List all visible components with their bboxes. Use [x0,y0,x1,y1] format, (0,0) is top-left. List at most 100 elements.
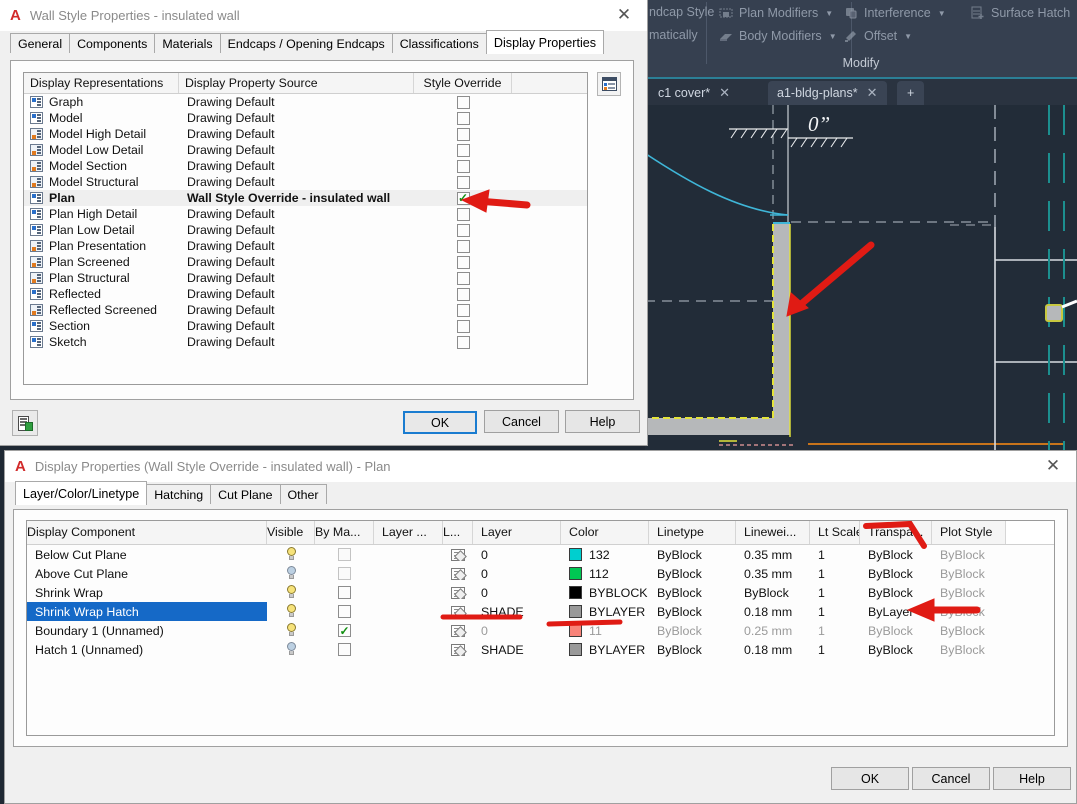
color-cell[interactable]: BYLAYER [561,605,649,619]
visible-toggle[interactable] [267,623,315,638]
close-icon[interactable]: ✕ [607,0,641,30]
transparency-cell[interactable]: ByBlock [860,643,932,657]
layer-cell[interactable]: 0 [473,586,561,600]
style-override-checkbox[interactable] [456,95,470,109]
style-override-checkbox[interactable] [456,111,470,125]
display-representation-row[interactable]: Plan Structural Drawing Default [24,270,587,286]
by-material-checkbox[interactable] [338,605,351,618]
linetype-cell[interactable]: ByBlock [649,567,736,581]
column-header-source[interactable]: Display Property Source [179,73,414,93]
display-representations-list[interactable]: Display Representations Display Property… [23,72,588,385]
style-override-checkbox[interactable] [456,303,470,317]
column-header-override[interactable]: Style Override [414,73,512,93]
linetype-cell[interactable]: ByBlock [649,586,736,600]
display-representation-row[interactable]: Model Section Drawing Default [24,158,587,174]
tab-endcaps[interactable]: Endcaps / Opening Endcaps [219,33,393,54]
display-representation-row[interactable]: Plan Wall Style Override - insulated wall… [24,190,587,206]
column-header-color[interactable]: Color [561,521,649,544]
display-component-table[interactable]: Display Component Visible By Ma... Layer ..… [26,520,1055,736]
style-override-checkbox[interactable] [456,143,470,157]
style-override-checkbox[interactable] [456,175,470,189]
ribbon-item-plan-modifiers[interactable]: Plan Modifiers ▼ [718,5,833,21]
display-representation-row[interactable]: Section Drawing Default [24,318,587,334]
lineweight-cell[interactable]: 0.18 mm [736,643,810,657]
display-representation-row[interactable]: Reflected Screened Drawing Default [24,302,587,318]
chevron-down-icon[interactable]: ▼ [829,32,837,41]
display-representation-row[interactable]: Plan Screened Drawing Default [24,254,587,270]
column-header-representations[interactable]: Display Representations [24,73,179,93]
layer-cell[interactable]: 0 [473,567,561,581]
layer-cell[interactable]: 0 [473,548,561,562]
tab-classifications[interactable]: Classifications [391,33,487,54]
lineweight-cell[interactable]: 0.35 mm [736,548,810,562]
new-drawing-tab-button[interactable]: + [897,81,925,105]
style-override-checkbox[interactable] [456,223,470,237]
layer-lock-cell[interactable] [443,643,473,656]
color-cell[interactable]: 132 [561,548,649,562]
cancel-button[interactable]: Cancel [484,410,559,433]
style-override-checkbox[interactable]: ✓ [456,191,470,205]
column-header-lock[interactable]: L... [443,521,473,544]
copy-style-button[interactable] [12,410,38,436]
tab-other[interactable]: Other [279,484,327,505]
display-representation-row[interactable]: Model Structural Drawing Default [24,174,587,190]
lt-scale-cell[interactable]: 1 [810,567,860,581]
chevron-down-icon[interactable]: ▼ [825,9,833,18]
layer-lock-cell[interactable] [443,567,473,580]
tab-hatching[interactable]: Hatching [146,484,212,505]
lt-scale-cell[interactable]: 1 [810,643,860,657]
display-representation-row[interactable]: Plan Presentation Drawing Default [24,238,587,254]
style-override-checkbox[interactable] [456,255,470,269]
display-representation-row[interactable]: Graph Drawing Default [24,94,587,110]
transparency-cell[interactable]: ByBlock [860,548,932,562]
tab-layer-color-linetype[interactable]: Layer/Color/Linetype [15,481,148,505]
column-header-layer-override[interactable]: Layer ... [374,521,443,544]
tab-materials[interactable]: Materials [154,33,221,54]
table-row[interactable]: Shrink Wrap Hatch SHADE BYLAYER ByBlock 0.18… [27,602,1054,621]
table-row[interactable]: Boundary 1 (Unnamed) ✓ 0 11 ByBlock 0.25 mm 1 B… [27,621,1054,640]
color-cell[interactable]: 11 [561,624,649,638]
plot-style-cell[interactable]: ByBlock [932,643,1006,657]
transparency-cell[interactable]: ByBlock [860,586,932,600]
style-override-checkbox[interactable] [456,127,470,141]
ribbon-item-offset[interactable]: Offset ▼ [843,28,912,44]
layer-lock-cell[interactable] [443,624,473,637]
plot-style-cell[interactable]: ByBlock [932,567,1006,581]
lineweight-cell[interactable]: 0.35 mm [736,567,810,581]
by-material-checkbox[interactable] [338,586,351,599]
lt-scale-cell[interactable]: 1 [810,586,860,600]
cancel-button[interactable]: Cancel [912,767,990,790]
ok-button[interactable]: OK [831,767,909,790]
column-header-plot-style[interactable]: Plot Style [932,521,1006,544]
table-row[interactable]: Hatch 1 (Unnamed) SHADE BYLAYER ByBlock 0.18… [27,640,1054,659]
column-header-transparency[interactable]: Transpa... [860,521,932,544]
lt-scale-cell[interactable]: 1 [810,605,860,619]
style-override-checkbox[interactable] [456,271,470,285]
chevron-down-icon[interactable]: ▼ [938,9,946,18]
layer-cell[interactable]: SHADE [473,643,561,657]
layer-cell[interactable]: SHADE [473,605,561,619]
color-cell[interactable]: 112 [561,567,649,581]
plot-style-cell[interactable]: ByBlock [932,624,1006,638]
style-override-checkbox[interactable] [456,319,470,333]
display-representation-row[interactable]: Plan High Detail Drawing Default [24,206,587,222]
column-header-display-component[interactable]: Display Component [27,521,267,544]
lineweight-cell[interactable]: ByBlock [736,586,810,600]
column-header-linetype[interactable]: Linetype [649,521,736,544]
table-row[interactable]: Shrink Wrap 0 BYBLOCK ByBlock ByBlock 1 ByBloc… [27,583,1054,602]
chevron-down-icon[interactable]: ▼ [904,32,912,41]
tab-display-properties[interactable]: Display Properties [485,30,605,54]
by-material-checkbox[interactable]: ✓ [338,624,351,637]
close-icon[interactable]: ✕ [1036,451,1070,481]
ribbon-item-surface-hatch[interactable]: Surface Hatch ▼ [970,5,1077,21]
table-row[interactable]: Below Cut Plane 0 132 ByBlock 0.35 mm 1 ByBloc… [27,545,1054,564]
layer-lock-cell[interactable] [443,586,473,599]
by-material-checkbox[interactable] [338,643,351,656]
lineweight-cell[interactable]: 0.18 mm [736,605,810,619]
display-representation-row[interactable]: Plan Low Detail Drawing Default [24,222,587,238]
display-representation-row[interactable]: Model Low Detail Drawing Default [24,142,587,158]
visible-toggle[interactable] [267,566,315,581]
drawing-canvas[interactable]: 0” [645,105,1077,455]
style-override-checkbox[interactable] [456,287,470,301]
lineweight-cell[interactable]: 0.25 mm [736,624,810,638]
